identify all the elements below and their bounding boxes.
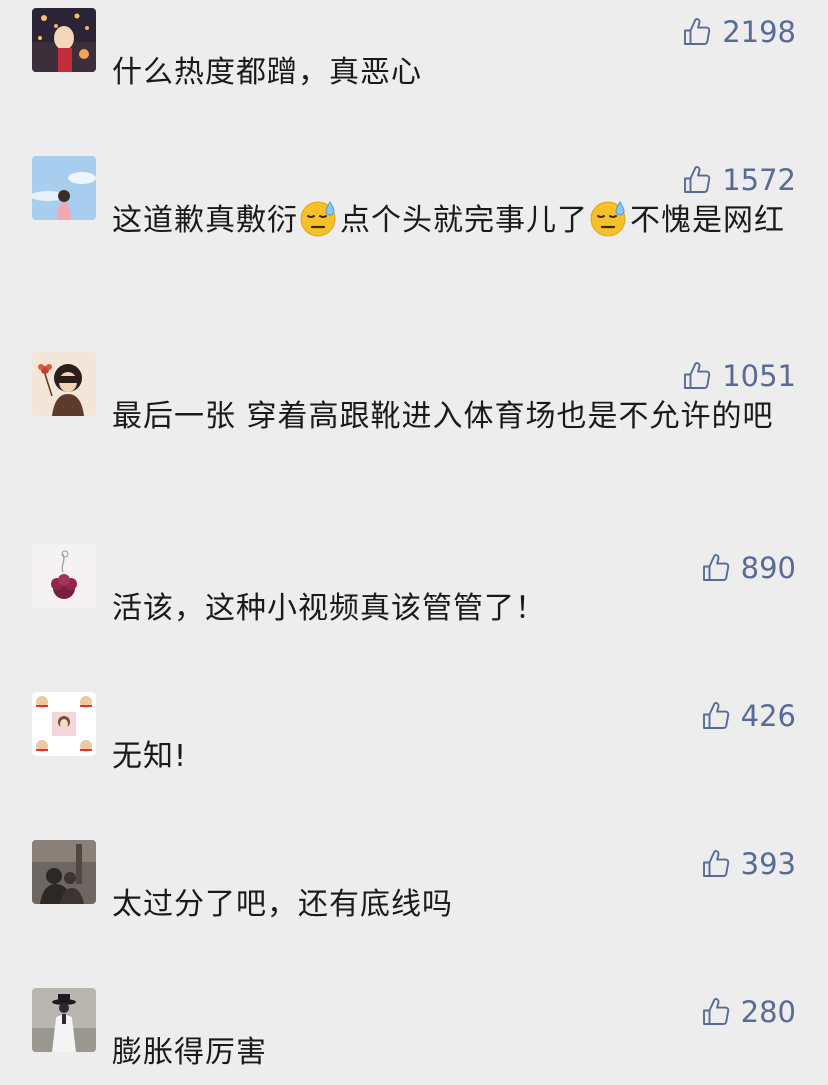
street-photo-avatar-icon	[32, 840, 96, 904]
like-count: 280	[740, 995, 796, 1029]
user-avatar[interactable]	[32, 988, 96, 1052]
like-button[interactable]: 2198	[682, 12, 796, 52]
like-button[interactable]: 1572	[682, 160, 796, 200]
thumbs-up-icon	[701, 997, 731, 1027]
flower-bouquet-avatar-icon	[32, 544, 96, 608]
like-count: 426	[740, 699, 796, 733]
night-sky-lanterns-avatar-icon	[32, 8, 96, 72]
downcast-face-with-sweat-emoji-icon	[589, 198, 629, 238]
like-button[interactable]: 1051	[682, 356, 796, 396]
downcast-face-with-sweat-emoji-icon	[299, 198, 339, 238]
like-count: 890	[740, 551, 796, 585]
sticker-collage-avatar-icon	[32, 692, 96, 756]
thumbs-up-icon	[701, 553, 731, 583]
thumbs-up-icon	[682, 165, 712, 195]
comment-text: 膨胀得厉害	[112, 1035, 267, 1070]
user-avatar[interactable]	[32, 352, 96, 416]
comment-text: 太过分了吧，还有底线吗	[112, 887, 453, 922]
thumbs-up-icon	[682, 361, 712, 391]
like-button[interactable]: 393	[701, 844, 796, 884]
comment-text: 无知!	[112, 739, 188, 774]
sky-girl-avatar-icon	[32, 156, 96, 220]
like-count: 1051	[722, 359, 796, 393]
user-avatar[interactable]	[32, 8, 96, 72]
hat-figure-avatar-icon	[32, 988, 96, 1052]
like-count: 1572	[722, 163, 796, 197]
comment-text: 什么热度都蹭，真恶心	[112, 55, 422, 90]
user-avatar[interactable]	[32, 840, 96, 904]
like-button[interactable]: 280	[701, 992, 796, 1032]
user-avatar[interactable]	[32, 544, 96, 608]
like-button[interactable]: 890	[701, 548, 796, 588]
like-count: 393	[740, 847, 796, 881]
cartoon-girl-flower-avatar-icon	[32, 352, 96, 416]
comment-text: 最后一张 穿着高跟靴进入体育场也是不允许的吧	[112, 399, 774, 434]
thumbs-up-icon	[701, 849, 731, 879]
user-avatar[interactable]	[32, 156, 96, 220]
like-count: 2198	[722, 15, 796, 49]
thumbs-up-icon	[701, 701, 731, 731]
thumbs-up-icon	[682, 17, 712, 47]
user-avatar[interactable]	[32, 692, 96, 756]
comment-text: 这道歉真敷衍 点个头就完事儿了 不愧是网红	[112, 196, 792, 246]
comment-text: 活该，这种小视频真该管管了！	[112, 591, 546, 626]
like-button[interactable]: 426	[701, 696, 796, 736]
